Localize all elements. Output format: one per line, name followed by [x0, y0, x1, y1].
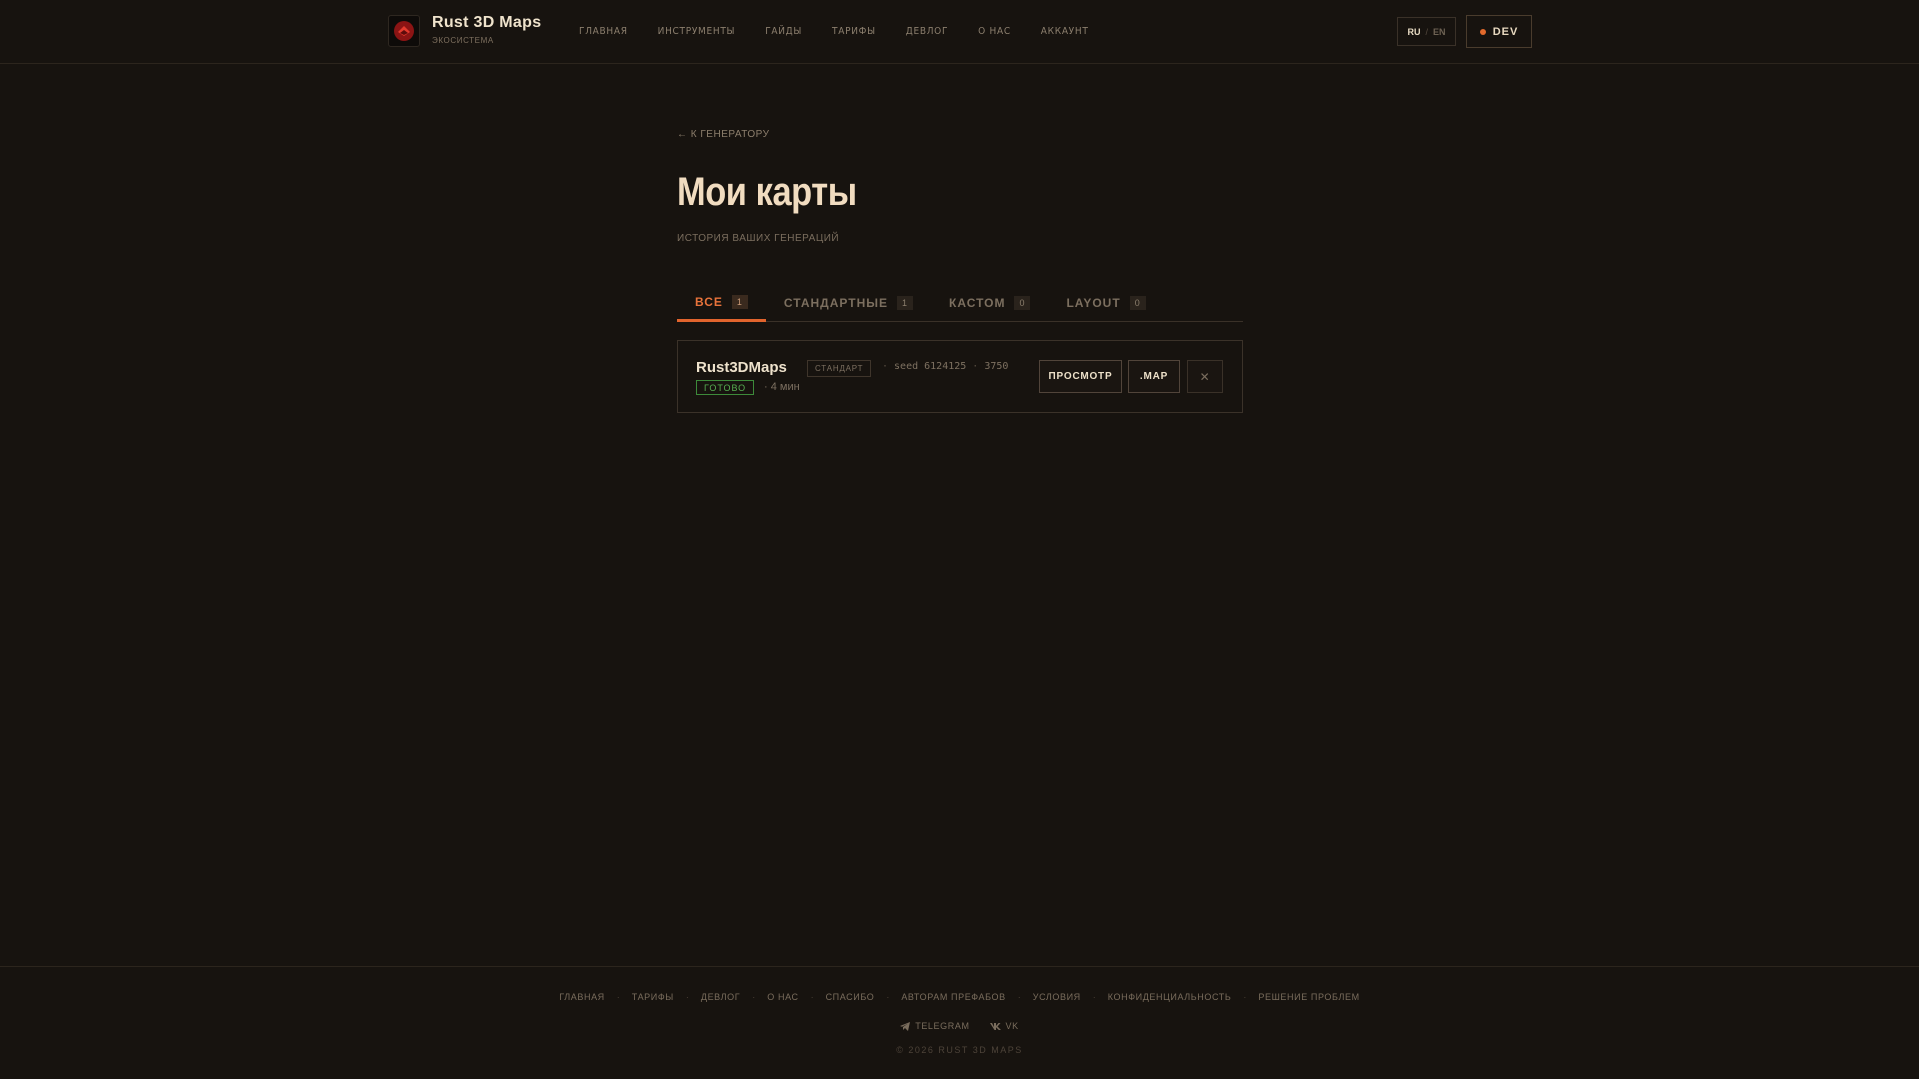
footer-link-prefab-authors[interactable]: АВТОРАМ ПРЕФАБОВ: [901, 992, 1005, 1002]
tab-custom[interactable]: КАСТОМ 0: [931, 284, 1048, 321]
logo-icon[interactable]: [388, 15, 420, 47]
page-title: Мои карты: [677, 170, 857, 214]
delete-button[interactable]: ✕: [1187, 360, 1223, 393]
footer-separator: ·: [616, 992, 620, 1002]
tab-label: КАСТОМ: [949, 295, 1006, 310]
tab-count: 0: [1014, 295, 1031, 310]
map-filter-tabs: ВСЕ 1 СТАНДАРТНЫЕ 1 КАСТОМ 0 LAYOUT 0: [677, 284, 1243, 322]
tab-count: 1: [731, 294, 748, 309]
footer-link-devlog[interactable]: ДЕВЛОГ: [701, 992, 740, 1002]
social-links: TELEGRAM VK: [0, 1021, 1919, 1031]
footer-link-about[interactable]: О НАС: [767, 992, 798, 1002]
nav-item-home[interactable]: ГЛАВНАЯ: [579, 26, 628, 37]
status-badge: ГОТОВО: [696, 380, 755, 395]
footer-link-home[interactable]: ГЛАВНАЯ: [559, 992, 604, 1002]
dev-label: DEV: [1492, 25, 1519, 38]
nav-item-pricing[interactable]: ТАРИФЫ: [832, 26, 876, 37]
view-button[interactable]: ПРОСМОТР: [1039, 360, 1122, 393]
footer-separator: ·: [1243, 992, 1247, 1002]
nav-item-tools[interactable]: ИНСТРУМЕНТЫ: [658, 26, 736, 37]
vk-link[interactable]: VK: [989, 1021, 1019, 1031]
footer-links: ГЛАВНАЯ · ТАРИФЫ · ДЕВЛОГ · О НАС · СПАС…: [0, 992, 1919, 1002]
tab-count: 1: [897, 295, 914, 310]
nav-item-guides[interactable]: ГАЙДЫ: [765, 26, 802, 37]
top-header: Rust 3D Maps ЭКОСИСТЕМА ГЛАВНАЯ ИНСТРУМЕ…: [0, 0, 1919, 64]
footer-link-terms[interactable]: УСЛОВИЯ: [1033, 992, 1081, 1002]
brand-subtitle: ЭКОСИСТЕМА: [432, 36, 494, 45]
tab-label: ВСЕ: [695, 294, 723, 309]
telegram-icon: [900, 1021, 911, 1031]
back-to-generator-link[interactable]: ← К ГЕНЕРАТОРУ: [677, 129, 770, 140]
vk-icon: [989, 1022, 1001, 1030]
footer-link-thanks[interactable]: СПАСИБО: [826, 992, 875, 1002]
footer-separator: ·: [886, 992, 890, 1002]
map-meta: · seed 6124125 · 3750: [876, 361, 1008, 372]
tab-all[interactable]: ВСЕ 1: [677, 284, 766, 322]
tab-layout[interactable]: LAYOUT 0: [1048, 284, 1163, 321]
nav-item-devlog[interactable]: ДЕВЛОГ: [906, 26, 948, 37]
map-list-item: Rust3DMaps СТАНДАРТ · seed 6124125 · 3750 Г…: [677, 340, 1243, 413]
telegram-label: TELEGRAM: [915, 1021, 970, 1031]
vk-label: VK: [1005, 1021, 1019, 1031]
meta-separator: ·: [972, 361, 979, 372]
footer: ГЛАВНАЯ · ТАРИФЫ · ДЕВЛОГ · О НАС · СПАС…: [0, 966, 1919, 1079]
copyright: © 2026 RUST 3D MAPS: [896, 1045, 1023, 1055]
footer-link-privacy[interactable]: КОНФИДЕНЦИАЛЬНОСТЬ: [1108, 992, 1232, 1002]
nav-item-account[interactable]: АККАУНТ: [1041, 26, 1089, 37]
main-nav: ГЛАВНАЯ ИНСТРУМЕНТЫ ГАЙДЫ ТАРИФЫ ДЕВЛОГ …: [579, 26, 1089, 37]
telegram-link[interactable]: TELEGRAM: [900, 1021, 969, 1031]
brand-title[interactable]: Rust 3D Maps: [432, 14, 541, 32]
meta-separator: ·: [882, 361, 889, 372]
dev-status-dot-icon: [1479, 28, 1486, 35]
map-type-badge: СТАНДАРТ: [807, 360, 872, 377]
tab-label: СТАНДАРТНЫЕ: [783, 295, 888, 310]
language-switcher: RU / EN: [1397, 17, 1456, 46]
map-name: Rust3DMaps: [696, 359, 787, 376]
download-map-button[interactable]: .MAP: [1128, 360, 1180, 393]
lang-ru[interactable]: RU: [1407, 27, 1420, 37]
dev-button[interactable]: DEV: [1466, 15, 1532, 48]
footer-separator: ·: [810, 992, 814, 1002]
tab-label: LAYOUT: [1066, 295, 1121, 310]
footer-separator: ·: [752, 992, 756, 1002]
close-icon: ✕: [1199, 369, 1211, 384]
lang-separator: /: [1425, 26, 1428, 37]
footer-separator: ·: [685, 992, 689, 1002]
nav-item-about[interactable]: О НАС: [978, 26, 1011, 37]
map-seed: seed 6124125: [894, 361, 967, 372]
map-size: 3750: [984, 361, 1009, 372]
tab-count: 0: [1129, 295, 1146, 310]
map-age: · 4 мин: [764, 381, 800, 393]
footer-link-troubleshooting[interactable]: РЕШЕНИЕ ПРОБЛЕМ: [1258, 992, 1359, 1002]
footer-separator: ·: [1017, 992, 1021, 1002]
lang-en[interactable]: EN: [1433, 27, 1446, 37]
tab-standard[interactable]: СТАНДАРТНЫЕ 1: [766, 284, 931, 321]
page-subtitle: ИСТОРИЯ ВАШИХ ГЕНЕРАЦИЙ: [677, 233, 840, 244]
footer-link-pricing[interactable]: ТАРИФЫ: [632, 992, 674, 1002]
footer-separator: ·: [1092, 992, 1096, 1002]
